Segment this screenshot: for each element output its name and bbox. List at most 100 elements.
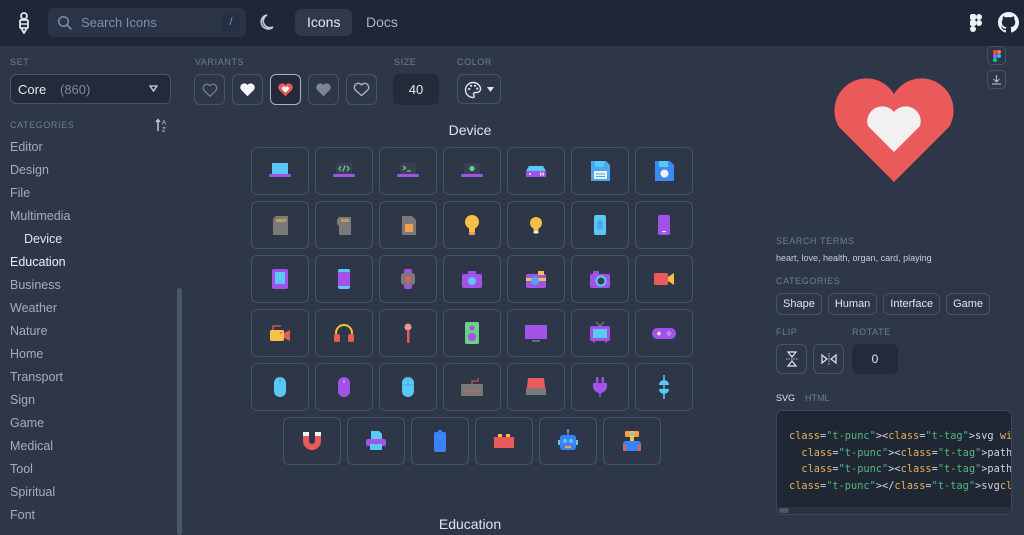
speaker-icon	[465, 322, 479, 344]
sidebar-item-game[interactable]: Game	[0, 412, 180, 435]
icon-cell-floppy-disk[interactable]	[571, 147, 629, 195]
microphone-icon	[404, 323, 412, 343]
icon-cell-keycap[interactable]	[507, 363, 565, 411]
variant-solid-dim-button[interactable]	[308, 74, 339, 105]
sidebar-item-spiritual[interactable]: Spiritual	[0, 481, 180, 504]
tab-svg[interactable]: SVG	[776, 393, 795, 403]
plug-connect-icon	[659, 375, 669, 399]
color-picker-button[interactable]	[457, 74, 501, 104]
sidebar-item-nature[interactable]: Nature	[0, 320, 180, 343]
search-box[interactable]: /	[48, 8, 246, 37]
tag-interface[interactable]: Interface	[883, 293, 941, 315]
icon-cell-joystick[interactable]	[603, 417, 661, 465]
figma-icon[interactable]	[969, 13, 983, 33]
tab-icons[interactable]: Icons	[295, 9, 353, 36]
tag-human[interactable]: Human	[827, 293, 878, 315]
icon-cell-hard-drive[interactable]	[507, 147, 565, 195]
sidebar-item-multimedia[interactable]: Multimedia	[0, 205, 180, 228]
variant-duotone-button[interactable]	[270, 74, 301, 105]
icon-cell-magnet[interactable]	[283, 417, 341, 465]
flip-horizontal-button[interactable]	[813, 344, 844, 374]
icon-cell-plug-connect[interactable]	[635, 363, 693, 411]
icon-cell-camera-retro[interactable]	[507, 255, 565, 303]
tag-game[interactable]: Game	[946, 293, 991, 315]
variant-solid-button[interactable]	[232, 74, 263, 105]
icon-cell-floppy-disk-save[interactable]	[635, 147, 693, 195]
icon-cell-battery[interactable]	[411, 417, 469, 465]
laptop-terminal-icon	[397, 163, 419, 177]
variant-picker	[194, 74, 377, 105]
flip-vertical-button[interactable]	[776, 344, 807, 374]
icon-cell-tablet[interactable]	[251, 255, 309, 303]
code-block[interactable]: class="t-punc"><class="t-tag">svg width=…	[776, 410, 1012, 515]
icon-cell-mouse-purple[interactable]	[315, 363, 373, 411]
top-bar: / Icons Docs	[0, 0, 1024, 46]
icon-cell-video-camera[interactable]	[635, 255, 693, 303]
icon-cell-speaker[interactable]	[443, 309, 501, 357]
sidebar-item-sign[interactable]: Sign	[0, 389, 180, 412]
icon-cell-robot[interactable]	[539, 417, 597, 465]
sim-card-icon	[402, 216, 416, 235]
sidebar-item-device[interactable]: Device	[0, 228, 180, 251]
svg-text:A: A	[162, 121, 166, 127]
icon-cell-printer[interactable]	[347, 417, 405, 465]
icon-set-select[interactable]: Core (860)	[10, 74, 171, 104]
icon-cell-monitor[interactable]	[507, 309, 565, 357]
icon-cell-lightbulb-small[interactable]	[507, 201, 565, 249]
tab-html[interactable]: HTML	[805, 393, 830, 403]
variant-outline-alt-button[interactable]	[346, 74, 377, 105]
icon-cell-mobile[interactable]	[315, 255, 373, 303]
icon-cell-mouse-alt[interactable]	[379, 363, 437, 411]
sidebar-item-transport[interactable]: Transport	[0, 366, 180, 389]
icon-cell-phone-button[interactable]	[571, 201, 629, 249]
sidebar-item-home[interactable]: Home	[0, 343, 180, 366]
rotate-input[interactable]: 0	[852, 344, 898, 374]
icon-cell-sim-card[interactable]	[379, 201, 437, 249]
icon-cell-sd-card[interactable]	[251, 201, 309, 249]
sidebar-item-editor[interactable]: Editor	[0, 136, 180, 159]
icon-cell-laptop[interactable]	[251, 147, 309, 195]
sidebar-item-weather[interactable]: Weather	[0, 297, 180, 320]
icon-cell-lightbulb[interactable]	[443, 201, 501, 249]
icon-cell-microphone[interactable]	[379, 309, 437, 357]
sidebar-item-font[interactable]: Font	[0, 504, 180, 527]
icon-cell-gamepad[interactable]	[635, 309, 693, 357]
sidebar-item-business[interactable]: Business	[0, 274, 180, 297]
size-input[interactable]: 40	[393, 74, 439, 105]
code-horizontal-scrollbar[interactable]	[777, 507, 1011, 514]
sidebar-item-tool[interactable]: Tool	[0, 458, 180, 481]
icon-cell-laptop-code[interactable]	[315, 147, 373, 195]
icon-cell-laptop-settings[interactable]	[443, 147, 501, 195]
tag-shape[interactable]: Shape	[776, 293, 822, 315]
download-icon	[992, 75, 1001, 85]
icon-cell-mouse[interactable]	[251, 363, 309, 411]
tab-docs[interactable]: Docs	[354, 9, 410, 36]
icon-cell-camera[interactable]	[443, 255, 501, 303]
sidebar-scrollbar[interactable]	[177, 288, 182, 535]
icon-cell-laptop-terminal[interactable]	[379, 147, 437, 195]
logo-icon[interactable]	[17, 12, 31, 34]
sidebar-item-design[interactable]: Design	[0, 159, 180, 182]
heart-outline-icon	[202, 83, 217, 97]
sidebar-item-medical[interactable]: Medical	[0, 435, 180, 458]
icon-cell-smartwatch-heart[interactable]	[379, 255, 437, 303]
figma-copy-button[interactable]	[987, 46, 1006, 65]
variant-outline-button[interactable]	[194, 74, 225, 105]
sidebar-item-file[interactable]: File	[0, 182, 180, 205]
icon-cell-tv[interactable]	[571, 309, 629, 357]
icon-cell-headphones[interactable]	[315, 309, 373, 357]
sidebar-item-education[interactable]: Education	[0, 251, 180, 274]
download-button[interactable]	[987, 70, 1006, 89]
icon-cell-smartphone[interactable]	[635, 201, 693, 249]
sort-alpha-icon[interactable]: A Z	[155, 118, 169, 133]
flip-vertical-icon	[785, 351, 798, 367]
icon-cell-plug[interactable]	[571, 363, 629, 411]
icon-cell-camcorder[interactable]	[251, 309, 309, 357]
moon-icon[interactable]	[259, 12, 279, 32]
icon-cell-micro-sd-card[interactable]	[315, 201, 373, 249]
search-input[interactable]	[81, 12, 221, 33]
icon-cell-lego-brick[interactable]	[475, 417, 533, 465]
icon-cell-keyboard[interactable]	[443, 363, 501, 411]
github-icon[interactable]	[998, 12, 1019, 33]
icon-cell-camera-lens[interactable]	[571, 255, 629, 303]
